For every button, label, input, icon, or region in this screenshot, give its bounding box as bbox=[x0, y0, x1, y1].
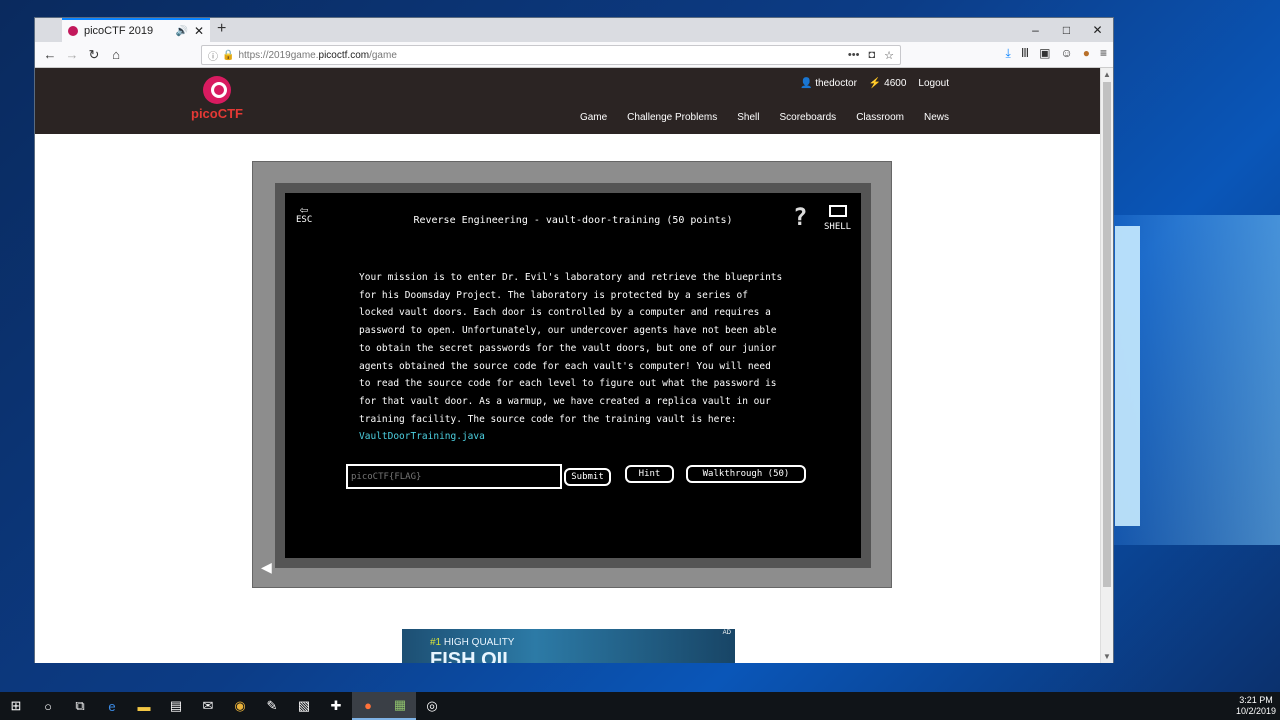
url-prefix: https://2019game. bbox=[238, 49, 319, 61]
nav-classroom[interactable]: Classroom bbox=[856, 112, 904, 123]
back-arrow-icon: ⇦ bbox=[299, 202, 309, 218]
browser-toolbar: ← → ↻ ⌂ ⓘ 🔒 https://2019game. picoctf.com… bbox=[35, 42, 1113, 68]
search-icon[interactable]: ○ bbox=[32, 692, 64, 720]
help-icon[interactable]: ? bbox=[793, 203, 807, 231]
file-explorer-icon[interactable]: ▬ bbox=[128, 692, 160, 720]
ad-product: FISH OIL bbox=[430, 649, 515, 663]
clock-date: 10/2/2019 bbox=[1235, 706, 1276, 716]
cookie-extension-icon[interactable]: ● bbox=[1083, 46, 1090, 61]
game-screen: ⇦ ESC Reverse Engineering - vault-door-t… bbox=[285, 193, 861, 558]
ad-line1: #1 HIGH QUALITY bbox=[430, 637, 514, 648]
store-icon[interactable]: ▤ bbox=[160, 692, 192, 720]
volume-icon[interactable]: ◀ bbox=[261, 559, 272, 576]
tab-picoctf[interactable]: picoCTF 2019 🔊 ✕ bbox=[62, 18, 210, 42]
windows-start-icon[interactable]: ⊞ bbox=[0, 692, 32, 720]
tab-close-icon[interactable]: ✕ bbox=[194, 24, 204, 38]
page-actions-icon[interactable]: ••• bbox=[848, 49, 860, 62]
taskbar: ⊞ ○ ⧉ e ▬ ▤ ✉ ◉ ✎ ▧ ✚ ● ▦ ◎ 3:21 PM 10/2… bbox=[0, 692, 1280, 720]
browser-window: picoCTF 2019 🔊 ✕ + – □ ✕ ← → ↻ ⌂ ⓘ 🔒 htt… bbox=[34, 17, 1114, 663]
challenge-title: Reverse Engineering - vault-door-trainin… bbox=[413, 215, 733, 226]
firefox-icon[interactable]: ● bbox=[352, 692, 384, 720]
ad-tag: AD bbox=[722, 630, 731, 636]
tab-title: picoCTF 2019 bbox=[84, 25, 154, 37]
system-clock[interactable]: 3:21 PM 10/2/2019 bbox=[1236, 695, 1276, 717]
new-tab-button[interactable]: + bbox=[217, 20, 226, 38]
page-viewport: picoCTF 👤 thedoctor ⚡ 4600 Logout Game C… bbox=[35, 68, 1101, 663]
nav-challenge-problems[interactable]: Challenge Problems bbox=[627, 112, 717, 123]
scrollbar-thumb[interactable] bbox=[1103, 82, 1111, 587]
download-icon[interactable]: ⤓ bbox=[1006, 46, 1011, 61]
user-info: 👤 thedoctor ⚡ 4600 Logout bbox=[800, 78, 949, 89]
site-header: picoCTF 👤 thedoctor ⚡ 4600 Logout Game C… bbox=[35, 68, 1101, 134]
forward-arrow-icon[interactable]: → bbox=[61, 47, 83, 62]
picoctf-logo[interactable]: picoCTF bbox=[187, 76, 247, 121]
ad-rank: #1 bbox=[430, 637, 442, 648]
source-file-link[interactable]: VaultDoorTraining.java bbox=[359, 431, 485, 442]
home-icon[interactable]: ⌂ bbox=[105, 47, 127, 62]
ad-headline: HIGH QUALITY bbox=[441, 637, 515, 648]
shell-label: SHELL bbox=[824, 222, 852, 232]
library-icon[interactable]: Ⅲ bbox=[1021, 46, 1029, 61]
scroll-down-icon[interactable]: ▼ bbox=[1103, 652, 1111, 661]
whiteboard-icon[interactable]: ✎ bbox=[256, 692, 288, 720]
user-icon: 👤 bbox=[799, 78, 813, 89]
keyboard-icon bbox=[828, 205, 847, 217]
speaker-icon[interactable]: 🔊 bbox=[175, 26, 187, 37]
nav-game[interactable]: Game bbox=[580, 112, 607, 123]
ad-banner[interactable]: #1 HIGH QUALITY FISH OIL AD bbox=[402, 629, 735, 663]
url-bar[interactable]: ⓘ 🔒 https://2019game. picoctf.com/game ••… bbox=[201, 45, 901, 65]
flag-input[interactable] bbox=[346, 464, 562, 489]
slack-icon[interactable]: ✚ bbox=[320, 692, 352, 720]
account-icon[interactable]: ☺ bbox=[1060, 46, 1072, 61]
chrome-icon[interactable]: ◉ bbox=[224, 692, 256, 720]
score-value: 4600 bbox=[884, 78, 907, 89]
nav-shell[interactable]: Shell bbox=[737, 112, 759, 123]
score-display: ⚡ 4600 bbox=[869, 78, 906, 89]
mail-icon[interactable]: ✉ bbox=[192, 692, 224, 720]
reload-icon[interactable]: ↻ bbox=[83, 47, 105, 63]
picoctf-favicon-icon bbox=[68, 26, 78, 36]
url-host: picoctf.com bbox=[318, 49, 370, 61]
bolt-icon: ⚡ bbox=[868, 78, 882, 89]
scroll-up-icon[interactable]: ▲ bbox=[1103, 70, 1111, 79]
username: thedoctor bbox=[815, 78, 857, 89]
minimize-button[interactable]: – bbox=[1020, 18, 1051, 42]
picoctf-logo-icon bbox=[203, 76, 231, 104]
url-path: /game bbox=[369, 49, 397, 61]
window-controls: – □ ✕ bbox=[1020, 18, 1113, 42]
walkthrough-button[interactable]: Walkthrough (50) bbox=[686, 465, 806, 483]
logout-link[interactable]: Logout bbox=[918, 78, 949, 89]
nav-scoreboards[interactable]: Scoreboards bbox=[779, 112, 836, 123]
browser-titlebar: picoCTF 2019 🔊 ✕ + – □ ✕ bbox=[35, 18, 1113, 42]
edge-icon[interactable]: e bbox=[96, 692, 128, 720]
sidebar-icon[interactable]: ▣ bbox=[1039, 46, 1050, 61]
game-frame: ⇦ ESC Reverse Engineering - vault-door-t… bbox=[252, 161, 892, 588]
game-bezel: ⇦ ESC Reverse Engineering - vault-door-t… bbox=[275, 183, 871, 568]
site-nav: Game Challenge Problems Shell Scoreboard… bbox=[580, 112, 949, 123]
desktop-wallpaper-light bbox=[1115, 226, 1140, 526]
close-window-button[interactable]: ✕ bbox=[1082, 18, 1113, 42]
user-link[interactable]: 👤 thedoctor bbox=[800, 78, 857, 89]
pocket-icon[interactable]: ◘ bbox=[868, 49, 875, 62]
nav-news[interactable]: News bbox=[924, 112, 949, 123]
notepad-icon[interactable]: ▦ bbox=[384, 692, 416, 720]
shell-button[interactable]: SHELL bbox=[824, 205, 851, 233]
logo-text: picoCTF bbox=[191, 106, 243, 121]
hint-button[interactable]: Hint bbox=[625, 465, 674, 483]
clock-time: 3:21 PM bbox=[1239, 695, 1273, 705]
menu-icon[interactable]: ≡ bbox=[1100, 46, 1107, 61]
bookmark-star-icon[interactable]: ☆ bbox=[884, 49, 894, 62]
info-icon[interactable]: ⓘ bbox=[208, 48, 218, 63]
obs-icon[interactable]: ◎ bbox=[416, 692, 448, 720]
toolbar-icons: ⤓ Ⅲ ▣ ☺ ● ≡ bbox=[1006, 46, 1107, 61]
challenge-description: Your mission is to enter Dr. Evil's labo… bbox=[359, 269, 799, 446]
description-text: Your mission is to enter Dr. Evil's labo… bbox=[359, 272, 783, 425]
page-scrollbar[interactable]: ▲ ▼ bbox=[1100, 68, 1113, 663]
lock-icon[interactable]: 🔒 bbox=[222, 50, 234, 61]
app-icon[interactable]: ▧ bbox=[288, 692, 320, 720]
back-arrow-icon[interactable]: ← bbox=[39, 47, 61, 62]
submit-button[interactable]: Submit bbox=[564, 468, 611, 486]
maximize-button[interactable]: □ bbox=[1051, 18, 1082, 42]
task-view-icon[interactable]: ⧉ bbox=[64, 692, 96, 720]
